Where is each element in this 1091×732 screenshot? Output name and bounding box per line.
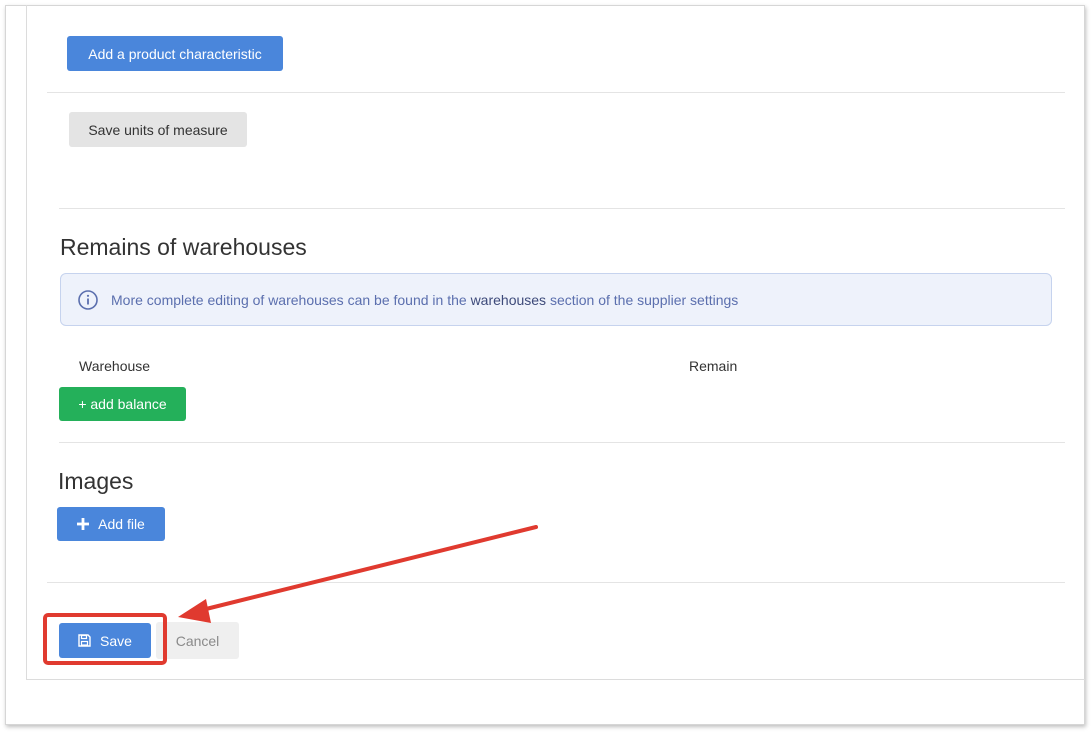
annotation-arrow bbox=[178, 525, 538, 623]
screenshot-frame: Add a product characteristic Save units … bbox=[5, 5, 1085, 725]
